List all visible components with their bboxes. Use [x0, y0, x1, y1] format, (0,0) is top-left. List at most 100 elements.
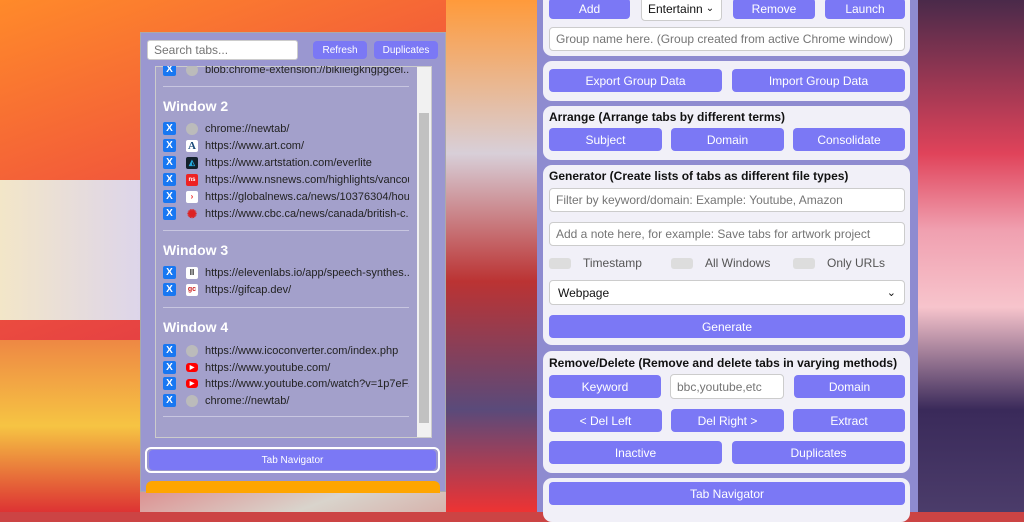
tab-row: X II https://elevenlabs.io/app/speech-synt… [163, 265, 409, 280]
close-tab-button[interactable]: X [163, 207, 176, 220]
all-windows-checkbox[interactable] [671, 258, 693, 269]
tab-url[interactable]: https://www.nsnews.com/highlights/vancou [205, 174, 409, 186]
close-tab-button[interactable]: X [163, 66, 176, 76]
import-group-data-button[interactable]: Import Group Data [732, 69, 905, 92]
globe-icon [186, 394, 198, 407]
wallpaper-band [0, 340, 140, 512]
scrollbar-thumb[interactable] [419, 113, 429, 423]
close-tab-button[interactable]: X [163, 377, 176, 390]
only-urls-checkbox[interactable] [793, 258, 815, 269]
divider [163, 416, 409, 417]
filter-input[interactable] [549, 188, 905, 212]
tab-url[interactable]: blob:chrome-extension://bikiieigkngpgcei… [205, 66, 409, 76]
tab-url[interactable]: https://www.youtube.com/ [205, 362, 330, 374]
tab-row: Xchrome://newtab/ [163, 393, 409, 408]
tab-row: X ✺ https://www.cbc.ca/news/canada/british… [163, 206, 409, 221]
youtube-icon: ▶ [186, 379, 198, 388]
window-heading: Window 2 [163, 98, 229, 114]
close-tab-button[interactable]: X [163, 156, 176, 169]
window-heading: Window 4 [163, 319, 229, 335]
duplicates-button[interactable]: Duplicates [374, 41, 438, 59]
divider [163, 230, 409, 231]
export-group-data-button[interactable]: Export Group Data [549, 69, 722, 92]
remove-duplicates-button[interactable]: Duplicates [732, 441, 905, 464]
elevenlabs-icon: II [186, 266, 198, 279]
tab-navigator-button[interactable]: Tab Navigator [149, 450, 436, 470]
globe-icon [186, 122, 198, 135]
tab-row: Xgc https://gifcap.dev/ [163, 282, 409, 297]
orange-bar[interactable] [146, 481, 440, 493]
tab-url[interactable]: https://globalnews.ca/news/10376304/hous [205, 191, 409, 203]
group-select[interactable]: Entertainn ⌄ [641, 0, 722, 21]
remove-title: Remove/Delete (Remove and delete tabs in… [549, 356, 898, 370]
tab-row: Xns https://www.nsnews.com/highlights/van… [163, 172, 409, 187]
tab-url[interactable]: https://www.icoconverter.com/index.php [205, 345, 398, 357]
globalnews-icon: › [186, 190, 198, 203]
tab-url[interactable]: https://www.artstation.com/everlite [205, 157, 372, 169]
wallpaper-band [446, 0, 538, 512]
tab-row: X › https://globalnews.ca/news/10376304/ho… [163, 189, 409, 204]
consolidate-button[interactable]: Consolidate [793, 128, 905, 151]
launch-group-button[interactable]: Launch [825, 0, 905, 19]
format-select-value: Webpage [558, 285, 610, 300]
group-name-input[interactable] [549, 27, 905, 51]
extract-button[interactable]: Extract [793, 409, 905, 432]
tab-url[interactable]: https://gifcap.dev/ [205, 284, 291, 296]
tab-row: X ▶ https://www.youtube.com/ [163, 360, 409, 375]
subject-button[interactable]: Subject [549, 128, 662, 151]
close-tab-button[interactable]: X [163, 122, 176, 135]
close-tab-button[interactable]: X [163, 283, 176, 296]
close-tab-button[interactable]: X [163, 344, 176, 357]
chevron-down-icon: ⌄ [705, 3, 715, 14]
refresh-button[interactable]: Refresh [313, 41, 367, 59]
divider [163, 86, 409, 87]
domain-button[interactable]: Domain [671, 128, 784, 151]
all-windows-label: All Windows [705, 256, 771, 270]
only-urls-label: Only URLs [827, 256, 886, 270]
tab-row: Xchrome://newtab/ [163, 121, 409, 136]
divider [163, 307, 409, 308]
generator-title: Generator (Create lists of tabs as diffe… [549, 169, 849, 183]
generate-button[interactable]: Generate [549, 315, 905, 338]
inactive-button[interactable]: Inactive [549, 441, 722, 464]
tab-row: X Ahttps://www.art.com/ [163, 138, 409, 153]
tab-row: Xhttps://www.icoconverter.com/index.php [163, 343, 409, 358]
del-left-button[interactable]: < Del Left [549, 409, 662, 432]
nsnews-icon: ns [186, 173, 198, 186]
close-tab-button[interactable]: X [163, 173, 176, 186]
gifcap-icon: gc [186, 283, 198, 296]
tab-url[interactable]: https://www.cbc.ca/news/canada/british-c… [205, 208, 409, 220]
art-com-icon: A [186, 139, 198, 152]
tab-row: X ▶ https://www.youtube.com/watch?v=1p7eF2 [163, 376, 409, 391]
wallpaper-band [918, 0, 1024, 512]
globe-icon [186, 344, 198, 357]
close-tab-button[interactable]: X [163, 266, 176, 279]
timestamp-checkbox[interactable] [549, 258, 571, 269]
del-right-button[interactable]: Del Right > [671, 409, 784, 432]
tab-url[interactable]: https://elevenlabs.io/app/speech-synthes… [205, 267, 409, 279]
tab-url[interactable]: https://www.art.com/ [205, 140, 304, 152]
close-tab-button[interactable]: X [163, 361, 176, 374]
format-select[interactable]: Webpage ⌄ [549, 280, 905, 305]
window-heading: Window 3 [163, 242, 229, 258]
close-tab-button[interactable]: X [163, 190, 176, 203]
keyword-input[interactable] [670, 374, 784, 399]
search-tabs-input[interactable] [147, 40, 298, 60]
tab-url[interactable]: https://www.youtube.com/watch?v=1p7eF2 [205, 378, 409, 390]
globe-icon [186, 66, 198, 76]
add-group-button[interactable]: Add [549, 0, 630, 19]
tab-url[interactable]: chrome://newtab/ [205, 123, 289, 135]
chevron-down-icon: ⌄ [886, 287, 896, 299]
tab-row: X blob:chrome-extension://bikiieigkngpgc… [163, 66, 409, 76]
close-tab-button[interactable]: X [163, 394, 176, 407]
remove-group-button[interactable]: Remove [733, 0, 815, 19]
note-input[interactable] [549, 222, 905, 246]
scrollbar[interactable] [417, 67, 431, 437]
close-tab-button[interactable]: X [163, 139, 176, 152]
remove-domain-button[interactable]: Domain [794, 375, 905, 398]
timestamp-label: Timestamp [583, 256, 642, 270]
tab-navigator-button[interactable]: Tab Navigator [549, 482, 905, 505]
tab-url[interactable]: chrome://newtab/ [205, 395, 289, 407]
wallpaper-band [0, 180, 140, 320]
keyword-button[interactable]: Keyword [549, 375, 661, 398]
